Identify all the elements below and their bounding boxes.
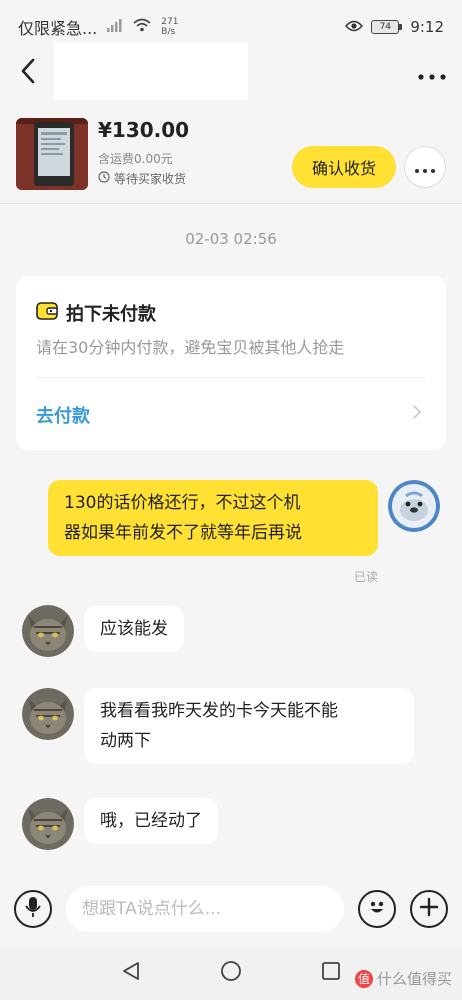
message-input[interactable]: [66, 886, 344, 932]
status-left: 仅限紧急... 271 B/s: [18, 15, 178, 39]
battery-icon: 74: [371, 20, 403, 34]
more-horizontal-icon: [415, 158, 435, 177]
wifi-icon: [133, 18, 151, 36]
microphone-icon: [25, 896, 41, 922]
message-text-line: 我看看我昨天发的卡今天能不能: [100, 701, 338, 721]
my-avatar[interactable]: [388, 480, 440, 532]
pay-card-title: 拍下未付款: [66, 304, 156, 325]
wallet-icon: [36, 302, 58, 324]
smzdm-logo-icon: 值: [354, 969, 373, 988]
eye-icon: [345, 18, 364, 36]
message-text-line: 哦，已经动了: [100, 811, 202, 831]
message-bubble-received[interactable]: 应该能发: [84, 606, 184, 652]
product-price: ¥130.00: [98, 118, 190, 142]
product-more-button[interactable]: [404, 146, 446, 188]
nav-recents-button[interactable]: [317, 959, 345, 987]
divider: [36, 377, 426, 378]
emoji-button[interactable]: [358, 890, 396, 928]
chevron-right-icon[interactable]: [412, 404, 422, 424]
pay-card-description: 请在30分钟内付款，避免宝贝被其他人抢走: [36, 338, 345, 357]
message-text-line: 130的话价格还行，不过这个机: [64, 493, 301, 513]
watermark-text: 什么值得买: [376, 970, 452, 988]
shipping-fee: 含运费0.00元: [98, 152, 173, 166]
message-text-line: 器如果年前发不了就等年后再说: [64, 523, 302, 543]
pay-card-header: 拍下未付款: [36, 300, 156, 326]
seller-avatar[interactable]: [22, 688, 74, 740]
message-bubble-received[interactable]: 哦，已经动了: [84, 798, 218, 844]
net-speed: 271 B/s: [161, 17, 178, 37]
clock-icon: [98, 171, 110, 186]
order-status-label: 等待买家收货: [114, 172, 187, 186]
nav-back-button[interactable]: [117, 959, 145, 987]
clock: 9:12: [410, 18, 444, 36]
unpaid-order-card: 拍下未付款 请在30分钟内付款，避免宝贝被其他人抢走 去付款: [16, 276, 446, 450]
go-pay-link[interactable]: 去付款: [36, 402, 90, 428]
chat-timestamp: 02-03 02:56: [185, 230, 277, 248]
more-horizontal-icon: [418, 65, 446, 84]
battery-level: 74: [371, 20, 400, 34]
nav-home-button[interactable]: [217, 959, 245, 987]
signal-icon: [107, 18, 123, 36]
read-receipt: 已读: [354, 570, 379, 584]
net-speed-value: 271: [161, 17, 179, 27]
chevron-left-icon: [20, 58, 36, 88]
message-text-line: 应该能发: [100, 619, 168, 639]
triangle-back-icon: [120, 960, 142, 986]
order-status: 等待买家收货: [98, 170, 186, 187]
back-button[interactable]: [0, 40, 56, 106]
redacted-title: [54, 42, 248, 100]
net-speed-unit: B/s: [161, 27, 176, 37]
carrier-label: 仅限紧急...: [18, 19, 98, 38]
message-text-line: 动两下: [100, 731, 151, 751]
seller-avatar[interactable]: [22, 605, 74, 657]
message-bubble-received[interactable]: 我看看我昨天发的卡今天能不能 动两下: [84, 688, 414, 764]
status-right: 74 9:12: [345, 18, 444, 36]
message-input-bar: [0, 880, 462, 946]
product-thumbnail[interactable]: [16, 118, 88, 190]
circle-home-icon: [220, 960, 242, 986]
more-actions-button[interactable]: [410, 890, 448, 928]
square-recents-icon: [320, 960, 342, 986]
plus-icon: [419, 897, 439, 921]
chat-header: [0, 40, 462, 106]
message-bubble-sent[interactable]: 130的话价格还行，不过这个机 器如果年前发不了就等年后再说: [48, 480, 378, 556]
confirm-receipt-button[interactable]: 确认收货: [292, 146, 396, 188]
product-summary: ¥130.00 含运费0.00元 等待买家收货 确认收货: [0, 108, 462, 204]
voice-button[interactable]: [14, 890, 52, 928]
smiley-icon: [366, 896, 388, 922]
seller-avatar[interactable]: [22, 798, 74, 850]
watermark: 值 什么值得买: [354, 968, 452, 989]
more-button[interactable]: [416, 58, 448, 90]
